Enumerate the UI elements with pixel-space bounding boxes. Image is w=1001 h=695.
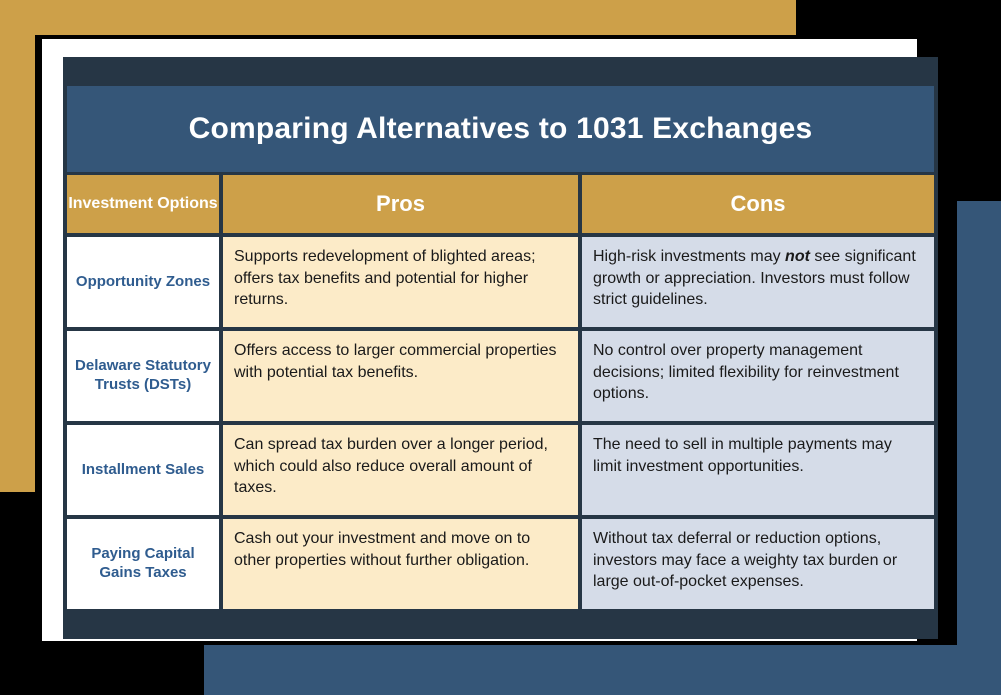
table-row: Opportunity Zones Supports redevelopment… <box>67 237 934 327</box>
row-label-installment-sales: Installment Sales <box>67 425 219 515</box>
table-row: Delaware Statutory Trusts (DSTs) Offers … <box>67 331 934 421</box>
row-cons-installment-sales: The need to sell in multiple payments ma… <box>582 425 934 515</box>
decor-blue-bottom-band <box>204 645 1001 695</box>
table-title-banner: Comparing Alternatives to 1031 Exchanges <box>67 86 934 172</box>
table-row: Installment Sales Can spread tax burden … <box>67 425 934 515</box>
column-header-cons: Cons <box>582 175 934 233</box>
row-label-delaware-statutory-trusts: Delaware Statutory Trusts (DSTs) <box>67 331 219 421</box>
comparison-card: Comparing Alternatives to 1031 Exchanges… <box>42 39 938 641</box>
comparison-table-frame: Comparing Alternatives to 1031 Exchanges… <box>63 57 938 639</box>
decor-blue-right-band <box>957 201 1001 695</box>
row-label-opportunity-zones: Opportunity Zones <box>67 237 219 327</box>
column-header-investment-options: Investment Options <box>67 175 219 233</box>
table-header-row: Investment Options Pros Cons <box>67 175 934 233</box>
cons-text-before: High-risk investments may <box>593 248 786 265</box>
decor-gold-top-band <box>0 0 796 35</box>
row-pros-delaware-statutory-trusts: Offers access to larger commercial prope… <box>223 331 578 421</box>
row-cons-opportunity-zones: High-risk investments may not see signif… <box>582 237 934 327</box>
table-row: Paying Capital Gains Taxes Cash out your… <box>67 519 934 609</box>
row-cons-paying-capital-gains-taxes: Without tax deferral or reduction option… <box>582 519 934 609</box>
decor-gold-left-band <box>0 0 35 492</box>
row-pros-installment-sales: Can spread tax burden over a longer peri… <box>223 425 578 515</box>
row-cons-delaware-statutory-trusts: No control over property management deci… <box>582 331 934 421</box>
cons-text-emphasis: not <box>785 248 810 265</box>
row-label-paying-capital-gains-taxes: Paying Capital Gains Taxes <box>67 519 219 609</box>
column-header-pros: Pros <box>223 175 578 233</box>
row-pros-opportunity-zones: Supports redevelopment of blighted areas… <box>223 237 578 327</box>
page-title: Comparing Alternatives to 1031 Exchanges <box>188 112 813 145</box>
comparison-grid: Investment Options Pros Cons Opportunity… <box>67 175 934 609</box>
row-pros-paying-capital-gains-taxes: Cash out your investment and move on to … <box>223 519 578 609</box>
